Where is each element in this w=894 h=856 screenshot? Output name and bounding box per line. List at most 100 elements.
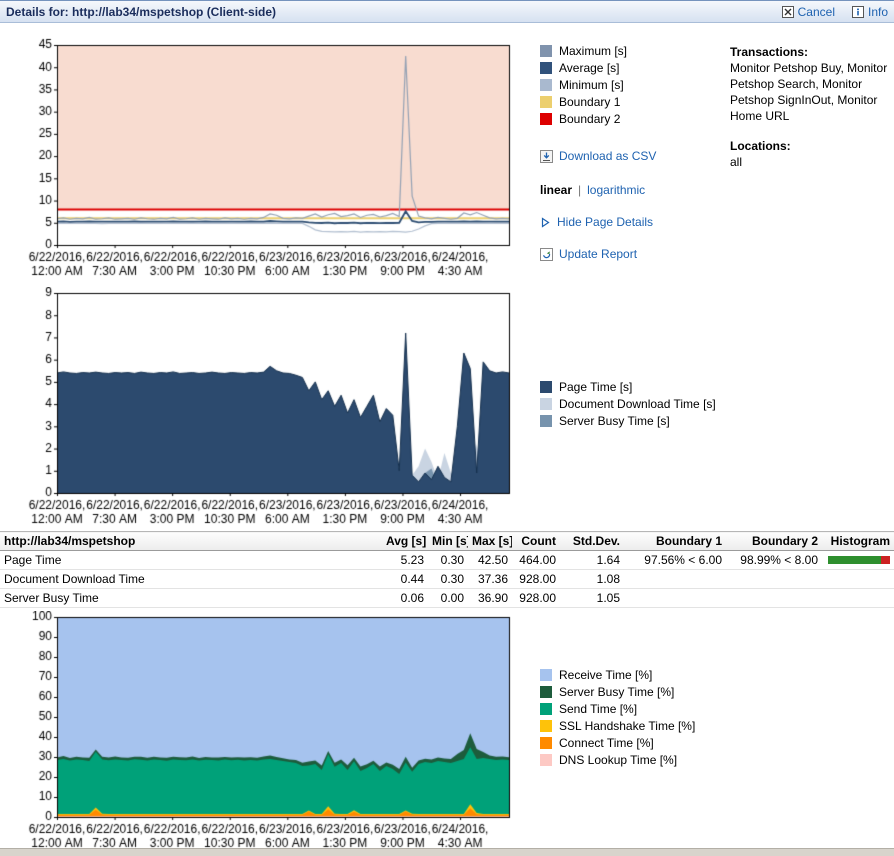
time-breakdown-legend: Receive Time [%] Server Busy Time [%] Send… xyxy=(540,668,695,770)
cancel-label: Cancel xyxy=(798,5,835,19)
cell-histogram xyxy=(822,570,894,589)
cell-boundary2: 98.99% < 8.00 xyxy=(726,551,822,570)
collapse-triangle-icon xyxy=(540,217,551,228)
legend-item: Server Busy Time [%] xyxy=(540,685,695,698)
info-label: Info xyxy=(868,5,888,19)
legend-label: Average [s] xyxy=(559,61,619,75)
legend-label: Document Download Time [s] xyxy=(559,397,716,411)
legend-swatch xyxy=(540,398,552,410)
cell-count: 928.00 xyxy=(512,589,560,608)
cell-avg: 0.06 xyxy=(382,589,428,608)
info-panel: Transactions: Monitor Petshop Buy, Monit… xyxy=(730,44,892,170)
legend-swatch xyxy=(540,415,552,427)
col-header-max: Max [s] xyxy=(468,532,512,551)
update-report-button[interactable]: Update Report xyxy=(540,247,637,261)
cell-histogram xyxy=(822,551,894,570)
legend-swatch xyxy=(540,737,552,749)
legend-label: Minimum [s] xyxy=(559,78,624,92)
legend-item: Minimum [s] xyxy=(540,78,627,91)
stats-table: http://lab34/mspetshop Avg [s] Min [s] M… xyxy=(0,531,894,608)
download-csv-button[interactable]: Download as CSV xyxy=(540,149,656,163)
legend-swatch xyxy=(540,113,552,125)
legend-swatch xyxy=(540,45,552,57)
cell-count: 464.00 xyxy=(512,551,560,570)
download-csv-label: Download as CSV xyxy=(559,149,656,163)
legend-label: Boundary 1 xyxy=(559,95,620,109)
legend-item: SSL Handshake Time [%] xyxy=(540,719,695,732)
legend-item: Send Time [%] xyxy=(540,702,695,715)
col-header-boundary2: Boundary 2 xyxy=(726,532,822,551)
cell-min: 0.00 xyxy=(428,589,468,608)
scale-separator: | xyxy=(578,183,581,197)
table-row-server-busy-time: Server Busy Time 0.06 0.00 36.90 928.00 … xyxy=(0,589,894,608)
scale-logarithmic-link[interactable]: logarithmic xyxy=(587,183,645,197)
cell-boundary2 xyxy=(726,570,822,589)
locations-label: Locations: xyxy=(730,138,892,154)
info-icon xyxy=(852,6,864,18)
info-button[interactable]: Info xyxy=(852,5,888,19)
table-row-document-download-time: Document Download Time 0.44 0.30 37.36 9… xyxy=(0,570,894,589)
cell-min: 0.30 xyxy=(428,570,468,589)
legend-item: Server Busy Time [s] xyxy=(540,414,716,427)
cell-boundary1: 97.56% < 6.00 xyxy=(624,551,726,570)
locations-value: all xyxy=(730,154,892,170)
cell-boundary2 xyxy=(726,589,822,608)
row-label: Document Download Time xyxy=(0,570,382,589)
cell-max: 36.90 xyxy=(468,589,512,608)
col-header-min: Min [s] xyxy=(428,532,468,551)
transactions-value: Monitor Petshop Buy, Monitor Petshop Sea… xyxy=(730,60,892,124)
legend-item: Receive Time [%] xyxy=(540,668,695,681)
stats-table-header-row: http://lab34/mspetshop Avg [s] Min [s] M… xyxy=(0,532,894,551)
titlebar-actions: Cancel Info xyxy=(770,5,888,19)
legend-swatch xyxy=(540,686,552,698)
hide-page-details-label: Hide Page Details xyxy=(557,215,653,229)
page-time-area-chart xyxy=(16,287,516,529)
page-title: Details for: http://lab34/mspetshop (Cli… xyxy=(6,5,276,19)
col-header-count: Count xyxy=(512,532,560,551)
legend-item: Average [s] xyxy=(540,61,627,74)
legend-label: Receive Time [%] xyxy=(559,668,652,682)
legend-swatch xyxy=(540,381,552,393)
legend-item: Document Download Time [s] xyxy=(540,397,716,410)
cell-avg: 0.44 xyxy=(382,570,428,589)
legend-swatch xyxy=(540,96,552,108)
close-icon xyxy=(782,6,794,18)
legend-label: Server Busy Time [s] xyxy=(559,414,670,428)
legend-label: Server Busy Time [%] xyxy=(559,685,674,699)
cell-max: 37.36 xyxy=(468,570,512,589)
legend-item: DNS Lookup Time [%] xyxy=(540,753,695,766)
legend-label: Page Time [s] xyxy=(559,380,632,394)
legend-item: Boundary 1 xyxy=(540,95,627,108)
histogram-bar xyxy=(828,575,890,583)
page-time-legend: Page Time [s] Document Download Time [s] S… xyxy=(540,380,716,431)
legend-swatch xyxy=(540,754,552,766)
hide-page-details-button[interactable]: Hide Page Details xyxy=(540,215,653,229)
cancel-button[interactable]: Cancel xyxy=(782,5,835,19)
scale-linear-current: linear xyxy=(540,183,572,197)
col-header-avg: Avg [s] xyxy=(382,532,428,551)
titlebar: Details for: http://lab34/mspetshop (Cli… xyxy=(0,0,894,23)
histogram-bar xyxy=(828,594,890,602)
cell-avg: 5.23 xyxy=(382,551,428,570)
cell-stddev: 1.05 xyxy=(560,589,624,608)
table-row-page-time: Page Time 5.23 0.30 42.50 464.00 1.64 97… xyxy=(0,551,894,570)
cell-count: 928.00 xyxy=(512,570,560,589)
update-report-icon xyxy=(540,248,553,261)
transactions-label: Transactions: xyxy=(730,44,892,60)
legend-label: Boundary 2 xyxy=(559,112,620,126)
download-csv-icon xyxy=(540,150,553,163)
cell-min: 0.30 xyxy=(428,551,468,570)
legend-label: Send Time [%] xyxy=(559,702,637,716)
legend-label: DNS Lookup Time [%] xyxy=(559,753,677,767)
legend-swatch xyxy=(540,703,552,715)
row-label: Page Time xyxy=(0,551,382,570)
legend-label: SSL Handshake Time [%] xyxy=(559,719,695,733)
legend-swatch xyxy=(540,720,552,732)
scale-toggle: linear | logarithmic xyxy=(540,183,645,197)
row-label: Server Busy Time xyxy=(0,589,382,608)
col-header-boundary1: Boundary 1 xyxy=(624,532,726,551)
cell-max: 42.50 xyxy=(468,551,512,570)
col-header-url: http://lab34/mspetshop xyxy=(0,532,382,551)
cell-boundary1 xyxy=(624,570,726,589)
cell-boundary1 xyxy=(624,589,726,608)
